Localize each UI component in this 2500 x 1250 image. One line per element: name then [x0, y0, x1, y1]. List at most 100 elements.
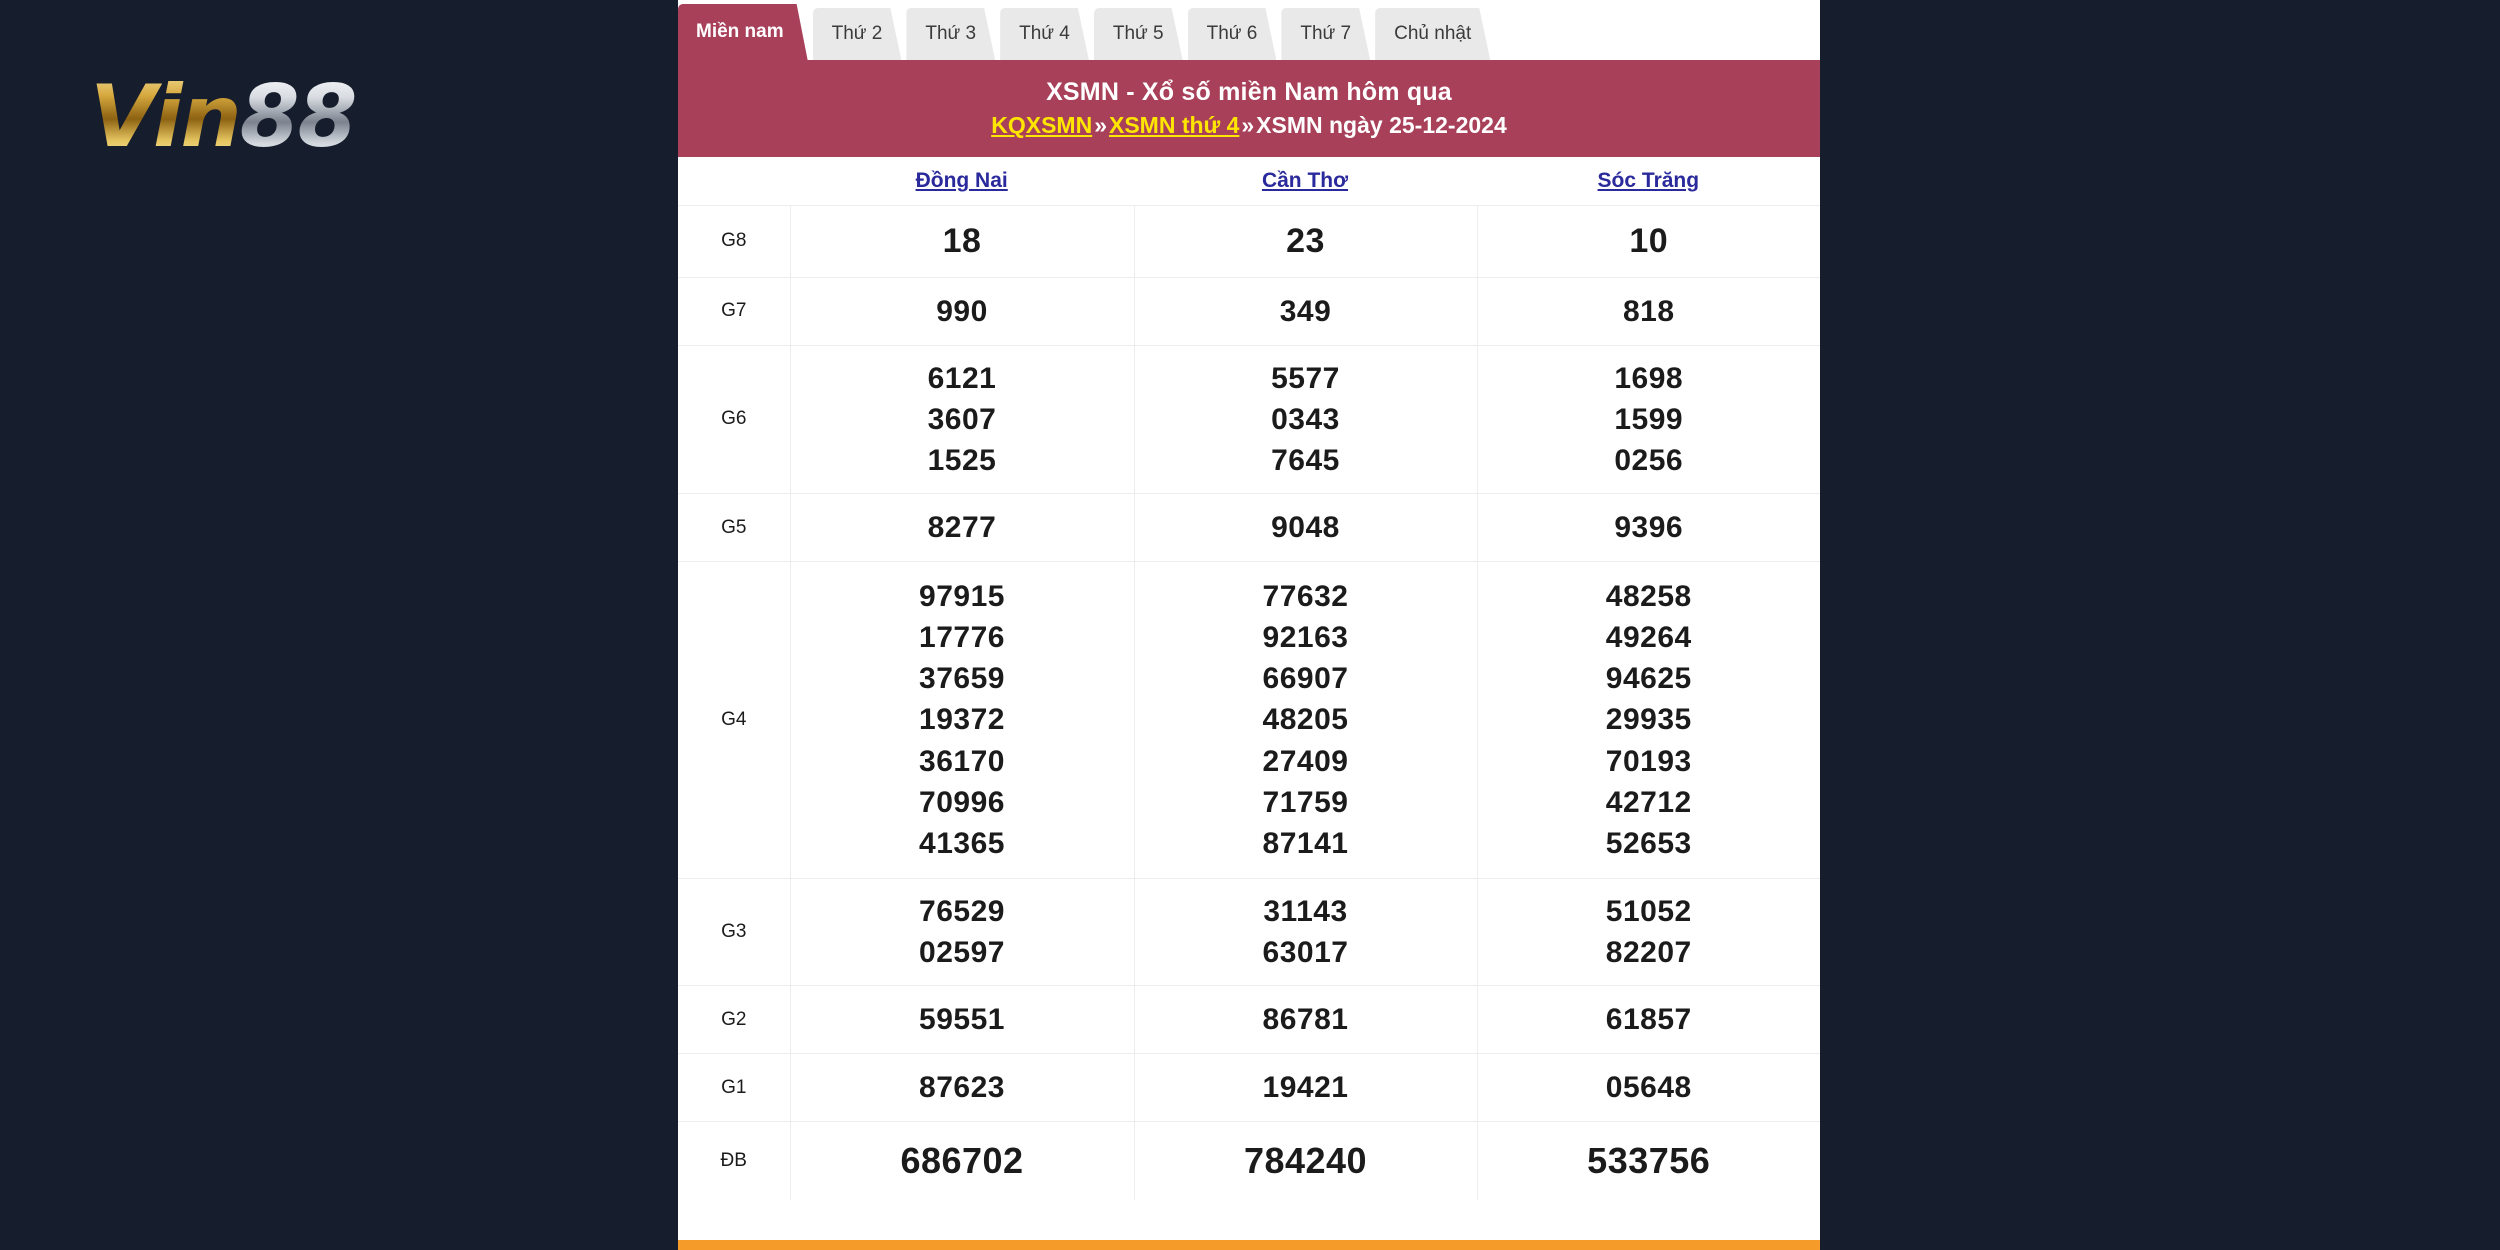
prize-number: 66907	[1262, 662, 1349, 696]
table-row: G1 87623 19421 05648	[678, 1053, 1820, 1122]
prize-number: 92163	[1262, 621, 1349, 655]
prize-label: G5	[678, 493, 791, 562]
prize-number: 48258	[1605, 580, 1692, 614]
prize-number: 19421	[1262, 1071, 1349, 1105]
tab-thu-2[interactable]: Thứ 2	[813, 8, 902, 60]
prize-numbers-cell: 19421	[1134, 1053, 1478, 1122]
tab-thu-7[interactable]: Thứ 7	[1281, 8, 1370, 60]
prize-numbers-cell: 51052 82207	[1477, 878, 1820, 985]
prize-numbers-cell: 61857	[1477, 986, 1820, 1054]
prize-numbers-cell: 9048	[1134, 493, 1478, 562]
logo-88-text: 88	[239, 67, 358, 167]
prize-number: 05648	[1605, 1071, 1692, 1105]
logo-vin-text: Vin	[90, 67, 242, 167]
prize-number: 990	[936, 294, 988, 328]
logo-wordmark: Vin88	[90, 74, 357, 160]
province-header-row: Đồng Nai Cần Thơ Sóc Trăng	[678, 157, 1820, 206]
prize-label: ĐB	[678, 1121, 791, 1200]
tab-mien-nam[interactable]: Miền nam	[678, 4, 808, 60]
prize-number: 76529	[919, 894, 1005, 928]
prize-numbers-cell: 349	[1134, 277, 1478, 346]
prize-number: 1599	[1614, 402, 1684, 436]
prize-numbers-cell: 59551	[790, 985, 1135, 1054]
prize-number: 87141	[1262, 826, 1349, 860]
table-row: G2 59551 86781 61857	[678, 985, 1820, 1054]
prize-number: 23	[1286, 222, 1325, 261]
results-table-body: G8 18 23 10 G7 990 349 818 G6 6121 3607 1525 5577 034…	[678, 205, 1820, 1200]
prize-numbers-cell: 48258 49264 94625 29935 70193 42712 52653	[1477, 562, 1820, 879]
prize-label: G8	[678, 205, 791, 278]
tab-thu-5[interactable]: Thứ 5	[1094, 8, 1183, 60]
prize-number: 818	[1622, 294, 1675, 328]
prize-number: 8277	[927, 511, 997, 545]
day-tab-bar: Miền nam Thứ 2 Thứ 3 Thứ 4 Thứ 5 Thứ 6 T…	[678, 0, 1820, 63]
province-link-can-tho[interactable]: Cần Thơ	[1133, 169, 1476, 193]
table-row: G8 18 23 10	[678, 205, 1820, 278]
prize-numbers-cell: 31143 63017	[1134, 878, 1478, 986]
table-row: G6 6121 3607 1525 5577 0343 7645 1698 1599 0256	[678, 345, 1820, 494]
prize-label: G1	[678, 1053, 791, 1122]
result-banner: XSMN - Xổ số miền Nam hôm qua KQXSMN »XSM…	[678, 63, 1820, 158]
breadcrumb-current: XSMN ngày 25-12-2024	[1256, 112, 1507, 139]
tab-chu-nhat[interactable]: Chủ nhật	[1375, 8, 1490, 60]
prize-number: 686702	[900, 1140, 1024, 1182]
table-row: ĐB 686702 784240 533756	[678, 1121, 1820, 1200]
prize-number: 51052	[1605, 894, 1692, 928]
prize-number: 29935	[1605, 703, 1692, 737]
prize-numbers-cell: 1698 1599 0256	[1477, 345, 1820, 493]
breadcrumb: KQXSMN»XSMN thứ 4»XSMN ngày 25-12-2024	[688, 111, 1810, 141]
prize-number: 42712	[1605, 785, 1692, 819]
prize-number: 49264	[1605, 621, 1692, 655]
prize-number: 0256	[1614, 444, 1684, 477]
prize-number: 1698	[1614, 361, 1684, 395]
prize-number: 18	[942, 222, 982, 261]
prize-number: 349	[1279, 294, 1332, 328]
prize-number: 7645	[1271, 444, 1340, 477]
prize-number: 48205	[1262, 703, 1349, 737]
prize-number: 02597	[919, 935, 1005, 969]
prize-numbers-cell: 86781	[1134, 985, 1478, 1054]
prize-number: 10	[1629, 222, 1669, 261]
prize-number: 3607	[927, 402, 997, 436]
breadcrumb-link-kqxsmn[interactable]: KQXSMN	[991, 112, 1092, 138]
lottery-results-table: G8 18 23 10 G7 990 349 818 G6 6121 3607 1525 5577 034…	[678, 205, 1820, 1200]
prize-number: 36170	[919, 744, 1005, 778]
prize-numbers-cell: 05648	[1477, 1054, 1820, 1122]
prize-label: G2	[678, 985, 791, 1054]
prize-number: 784240	[1243, 1140, 1368, 1182]
prize-number: 87623	[919, 1071, 1005, 1105]
bottom-accent-bar	[678, 1240, 1820, 1250]
prize-numbers-cell: 97915 17776 37659 19372 36170 70996 41365	[790, 561, 1135, 879]
prize-numbers-cell: 77632 92163 66907 48205 27409 71759 87141	[1134, 561, 1478, 879]
prize-number: 6121	[927, 361, 997, 395]
content-panel: Miền nam Thứ 2 Thứ 3 Thứ 4 Thứ 5 Thứ 6 T…	[678, 0, 1820, 1250]
prize-number: 27409	[1262, 744, 1349, 778]
tab-thu-6[interactable]: Thứ 6	[1188, 8, 1277, 60]
prize-numbers-cell: 10	[1477, 206, 1820, 278]
province-link-soc-trang[interactable]: Sóc Trăng	[1477, 169, 1820, 193]
page-root: Vin88 Miền nam Thứ 2 Thứ 3 Thứ 4 Thứ 5 T…	[0, 0, 2500, 1250]
prize-numbers-cell: 9396	[1477, 494, 1820, 562]
prize-number: 82207	[1605, 935, 1692, 969]
prize-number: 61857	[1605, 1003, 1692, 1037]
province-link-dong-nai[interactable]: Đồng Nai	[790, 169, 1133, 193]
banner-title: XSMN - Xổ số miền Nam hôm qua	[1046, 78, 1452, 106]
prize-numbers-cell: 87623	[790, 1053, 1135, 1122]
prize-number: 5577	[1271, 361, 1340, 395]
prize-number: 17776	[919, 621, 1005, 655]
breadcrumb-link-xsmn-thu-4[interactable]: XSMN thứ 4	[1109, 112, 1239, 138]
prize-number: 70996	[919, 785, 1005, 819]
prize-numbers-cell: 76529 02597	[790, 878, 1135, 986]
prize-number: 9396	[1614, 511, 1684, 545]
tab-thu-4[interactable]: Thứ 4	[1000, 8, 1089, 60]
prize-number: 41365	[919, 826, 1005, 860]
prize-number: 70193	[1605, 744, 1692, 778]
prize-numbers-cell: 784240	[1134, 1121, 1478, 1200]
prize-number: 63017	[1262, 935, 1349, 969]
breadcrumb-separator-2: »	[1241, 112, 1255, 139]
prize-number: 59551	[919, 1003, 1005, 1037]
prize-numbers-cell: 990	[790, 277, 1135, 346]
tab-thu-3[interactable]: Thứ 3	[906, 8, 995, 60]
prize-number: 37659	[919, 662, 1005, 696]
site-logo[interactable]: Vin88	[90, 62, 450, 172]
